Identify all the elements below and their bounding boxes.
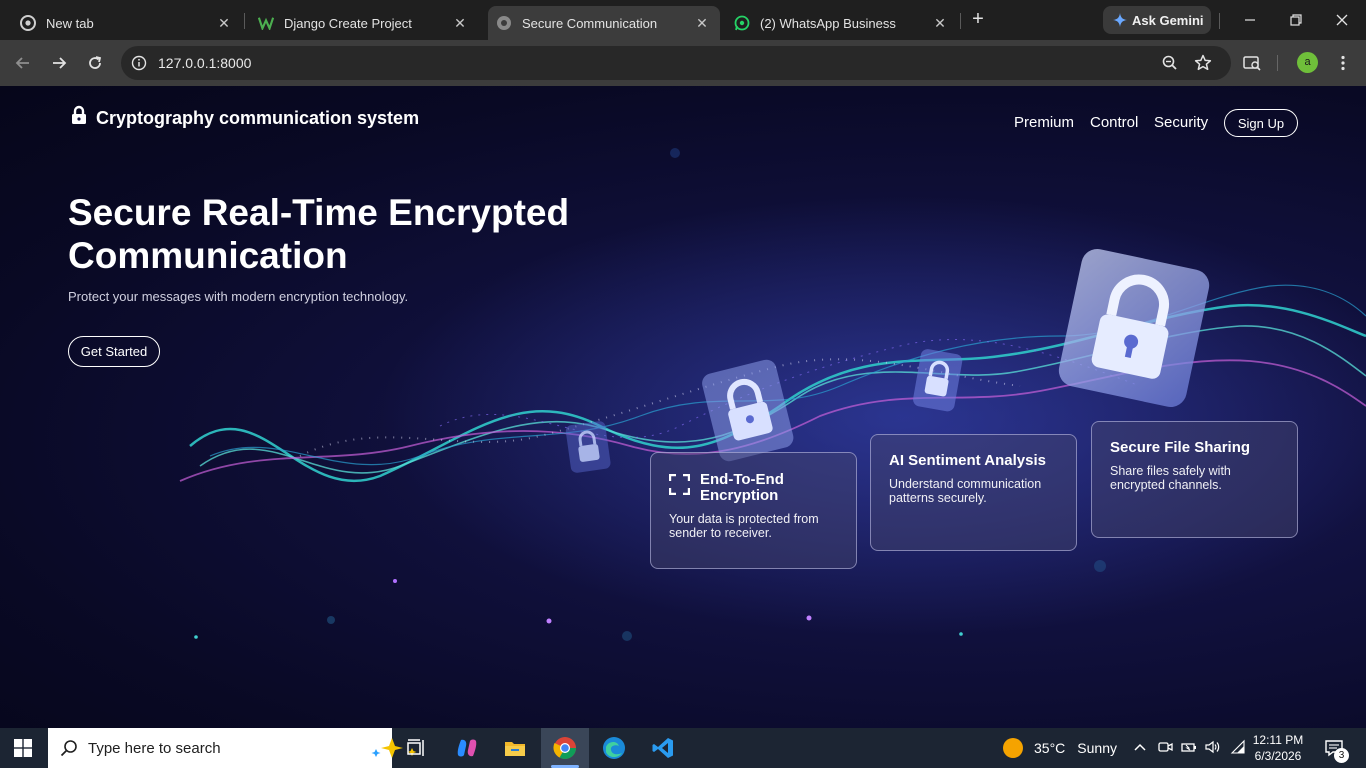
sun-icon [1003, 738, 1023, 758]
weather-condition: Sunny [1077, 740, 1117, 756]
new-tab-button[interactable]: + [968, 9, 988, 30]
notification-count-badge: 3 [1334, 748, 1349, 763]
back-arrow-icon[interactable] [13, 53, 33, 73]
chevron-up-icon[interactable] [1132, 739, 1148, 755]
copilot-icon[interactable] [455, 736, 479, 760]
chrome-taskbar-icon[interactable] [553, 736, 577, 760]
hero-title: Secure Real-Time Encrypted Communication [68, 192, 570, 276]
close-tab-icon[interactable]: ✕ [216, 15, 232, 31]
w-logo-icon [258, 15, 274, 31]
card-title: End-To-End Encryption [700, 471, 784, 504]
close-window-icon[interactable] [1332, 10, 1352, 30]
battery-plug-icon[interactable] [1181, 739, 1197, 755]
close-tab-icon[interactable]: ✕ [932, 15, 948, 31]
site-info-icon[interactable] [131, 55, 147, 76]
gemini-label: Ask Gemini [1132, 12, 1204, 28]
tab-title: Django Create Project [284, 15, 412, 31]
wifi-icon[interactable] [1230, 739, 1246, 755]
close-tab-icon[interactable]: ✕ [452, 15, 468, 31]
card-title: AI Sentiment Analysis [889, 452, 1046, 469]
card-description: Understand communication patterns secure… [889, 477, 1042, 505]
tab-title: New tab [46, 15, 94, 31]
web-page: Cryptography communication system Premiu… [0, 86, 1366, 728]
weather-temperature: 35°C [1034, 740, 1066, 756]
task-view-icon[interactable] [405, 736, 429, 760]
hero-subtitle: Protect your messages with modern encryp… [68, 289, 409, 304]
edge-icon[interactable] [602, 736, 626, 760]
url-text: 127.0.0.1:8000 [158, 55, 252, 71]
brand-name: Cryptography communication system [96, 108, 420, 128]
profile-avatar[interactable]: a [1297, 52, 1318, 73]
browser-toolbar: 127.0.0.1:8000 a [0, 40, 1366, 86]
tab-title: (2) WhatsApp Business [760, 15, 896, 31]
tab-search-icon[interactable] [1242, 53, 1262, 73]
tab-whatsapp-business[interactable]: (2) WhatsApp Business ✕ [714, 6, 958, 40]
card-description: Share files safely with encrypted channe… [1110, 464, 1231, 492]
volume-icon[interactable] [1204, 739, 1220, 755]
globe-icon [496, 15, 512, 31]
windows-taskbar: Type here to search 35°C Sunny 12:11 PM … [0, 728, 1366, 768]
restore-icon[interactable] [1286, 10, 1306, 30]
encryption-wave-illustration [179, 148, 1366, 641]
card-description: Your data is protected from sender to re… [669, 512, 819, 540]
meet-now-icon[interactable] [1157, 739, 1173, 755]
menu-dots-icon[interactable] [1333, 53, 1353, 73]
ask-gemini-button[interactable]: Ask Gemini [1103, 6, 1211, 34]
whatsapp-icon [734, 15, 750, 31]
sign-up-button[interactable]: Sign Up [1224, 109, 1298, 137]
tab-django-create-project[interactable]: Django Create Project ✕ [238, 6, 478, 40]
chrome-icon [20, 15, 36, 31]
toolbar-separator [1277, 55, 1278, 71]
file-explorer-icon[interactable] [503, 736, 527, 760]
nav-link-security[interactable]: Security [1154, 114, 1208, 131]
clock-time: 12:11 PM [1252, 733, 1304, 747]
tab-separator [960, 13, 961, 29]
weather-widget[interactable]: 35°C Sunny [1003, 738, 1117, 758]
card-title: Secure File Sharing [1110, 439, 1251, 456]
zoom-icon[interactable] [1160, 53, 1180, 73]
address-bar[interactable]: 127.0.0.1:8000 [121, 46, 1231, 80]
search-placeholder: Type here to search [88, 740, 221, 757]
feature-card-sentiment: AI Sentiment Analysis Understand communi… [870, 434, 1077, 551]
windows-start-icon[interactable] [14, 739, 32, 762]
tab-new-tab[interactable]: New tab ✕ [0, 6, 242, 40]
reload-icon[interactable] [85, 53, 105, 73]
nav-link-premium[interactable]: Premium [1014, 114, 1074, 131]
bookmark-star-icon[interactable] [1193, 53, 1213, 73]
search-icon [60, 739, 78, 762]
minimize-icon[interactable] [1240, 10, 1260, 30]
padlock-icon [72, 105, 86, 124]
tab-separator [1219, 13, 1220, 29]
expand-frame-icon [669, 474, 690, 495]
clock-date: 6/3/2026 [1254, 749, 1302, 763]
tab-secure-communication[interactable]: Secure Communication ✕ [488, 6, 720, 40]
gemini-icon [1113, 13, 1127, 27]
system-clock[interactable]: 12:11 PM 6/3/2026 [1250, 732, 1306, 764]
browser-tab-bar: New tab ✕ Django Create Project ✕ Secure… [0, 0, 1366, 40]
feature-card-file-sharing: Secure File Sharing Share files safely w… [1091, 421, 1298, 538]
site-brand[interactable]: Cryptography communication system [70, 105, 420, 129]
vscode-icon[interactable] [651, 736, 675, 760]
feature-card-encryption: End-To-End Encryption Your data is prote… [650, 452, 857, 569]
forward-arrow-icon[interactable] [49, 53, 69, 73]
nav-link-control[interactable]: Control [1090, 114, 1138, 131]
close-tab-icon[interactable]: ✕ [694, 15, 710, 31]
taskbar-search-box[interactable]: Type here to search [48, 728, 417, 768]
tab-title: Secure Communication [522, 15, 658, 31]
get-started-button[interactable]: Get Started [68, 336, 160, 367]
